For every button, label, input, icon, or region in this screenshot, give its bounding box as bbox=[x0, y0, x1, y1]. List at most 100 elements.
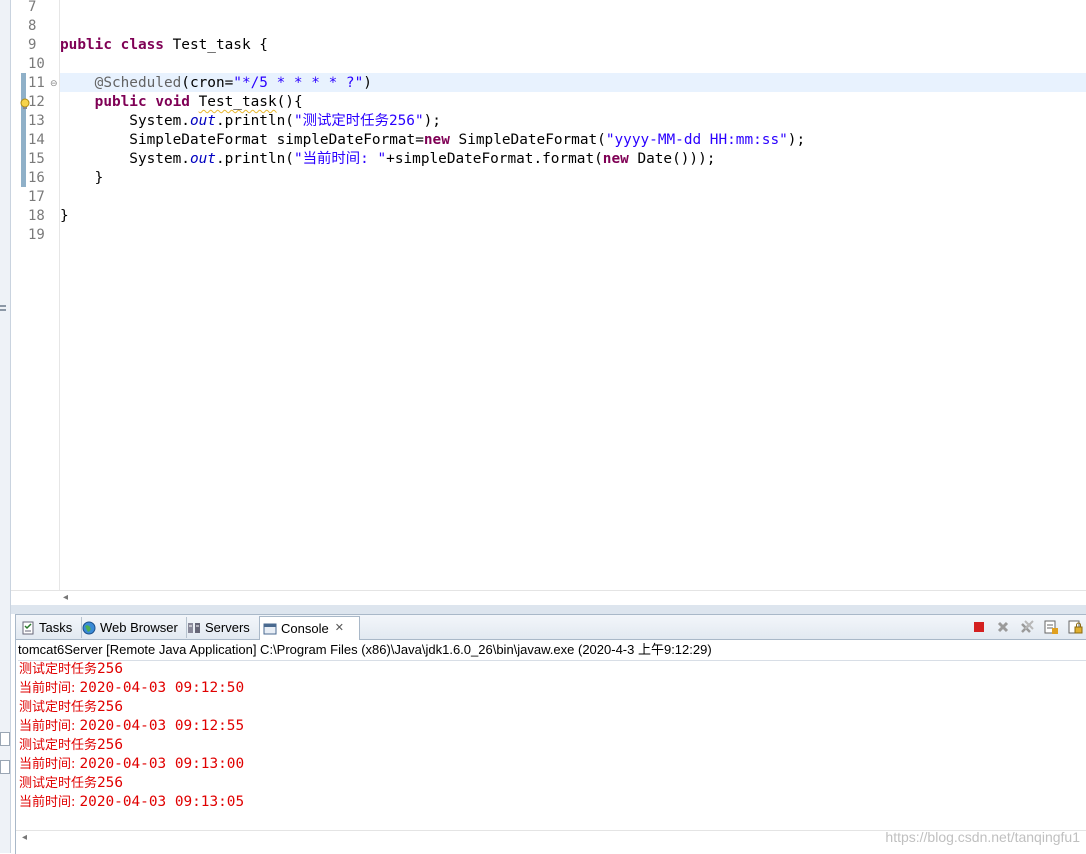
code-token: @Scheduled bbox=[94, 75, 182, 91]
code-token: out bbox=[189, 151, 216, 167]
output-value: 256 bbox=[97, 775, 124, 791]
output-value: 2020-04-03 09:12:55 bbox=[79, 718, 245, 734]
output-text: 测试定时任务 bbox=[19, 700, 98, 715]
remove-all-terminated-icon[interactable] bbox=[1019, 619, 1035, 635]
code-token: (cron= bbox=[181, 75, 234, 91]
console-view: Tasks Web Browser Servers Console ✕ tomc… bbox=[15, 614, 1086, 854]
output-value: 256 bbox=[97, 699, 124, 715]
code-editor[interactable]: 7 8 9 10 11 12 13 14 15 16 17 18 19 ⊖ public class T… bbox=[11, 0, 1086, 605]
sash-grip-icon bbox=[0, 309, 6, 311]
tab-console[interactable]: Console ✕ bbox=[259, 616, 360, 640]
code-text-area[interactable]: public class Test_task { @Scheduled(cron… bbox=[60, 0, 1086, 590]
editor-console-sash[interactable] bbox=[11, 605, 1086, 614]
line-number: 18 bbox=[28, 208, 45, 224]
output-value: 2020-04-03 09:13:00 bbox=[79, 756, 245, 772]
tab-label: Servers bbox=[205, 620, 250, 635]
console-output-line: 测试定时任务256 bbox=[19, 774, 123, 793]
warning-lightbulb-icon[interactable] bbox=[19, 98, 31, 110]
line-number: 17 bbox=[28, 189, 45, 205]
code-line: public class Test_task { bbox=[60, 36, 268, 55]
left-trim-strip bbox=[0, 0, 11, 853]
editor-gutter: 7 8 9 10 11 12 13 14 15 16 17 18 19 ⊖ bbox=[11, 0, 60, 590]
code-token: } bbox=[60, 208, 69, 224]
line-number: 19 bbox=[28, 227, 45, 243]
tab-servers[interactable]: Servers bbox=[184, 617, 262, 638]
code-token: } bbox=[60, 170, 104, 186]
console-output-line: 测试定时任务256 bbox=[19, 698, 123, 717]
clear-console-icon[interactable] bbox=[1043, 619, 1059, 635]
close-icon[interactable]: ✕ bbox=[335, 618, 344, 639]
line-number: 14 bbox=[28, 132, 45, 148]
scroll-left-arrow-icon[interactable]: ◂ bbox=[63, 591, 68, 605]
console-toolbar bbox=[971, 618, 1083, 636]
output-text: 当前时间: bbox=[19, 719, 80, 734]
launch-description: tomcat6Server [Remote Java Application] … bbox=[18, 640, 1086, 661]
line-number: 8 bbox=[28, 18, 37, 34]
console-output-line: 当前时间: 2020-04-03 09:13:05 bbox=[19, 793, 244, 812]
code-line: } bbox=[60, 207, 69, 226]
remove-launch-icon[interactable] bbox=[995, 619, 1011, 635]
code-token: class bbox=[120, 37, 164, 53]
code-token: .println( bbox=[215, 151, 294, 167]
tab-label: Tasks bbox=[39, 620, 73, 635]
code-token: (){ bbox=[276, 94, 303, 110]
code-line: } bbox=[60, 169, 104, 188]
quick-diff-marker bbox=[21, 73, 26, 187]
output-text: 测试定时任务 bbox=[19, 738, 98, 753]
code-token: public bbox=[60, 37, 112, 53]
output-text: 当前时间: bbox=[19, 681, 80, 696]
code-token: "当前时间: " bbox=[293, 151, 387, 167]
terminate-icon[interactable] bbox=[971, 619, 987, 635]
code-line: System.out.println("测试定时任务256"); bbox=[60, 112, 441, 131]
output-value: 2020-04-03 09:12:50 bbox=[79, 680, 245, 696]
code-token: new bbox=[602, 151, 629, 167]
code-token: .println( bbox=[215, 113, 294, 129]
scroll-left-arrow-icon[interactable]: ◂ bbox=[22, 831, 27, 844]
output-value: 256 bbox=[97, 661, 124, 677]
tab-tasks[interactable]: Tasks bbox=[18, 617, 82, 638]
console-output-line: 当前时间: 2020-04-03 09:13:00 bbox=[19, 755, 244, 774]
code-token: "*/5 * * * * ?" bbox=[233, 75, 364, 91]
code-token: ); bbox=[787, 132, 806, 148]
code-token: +simpleDateFormat.format( bbox=[386, 151, 603, 167]
globe-icon bbox=[82, 621, 96, 634]
code-token: "yyyy-MM-dd HH:mm:ss" bbox=[605, 132, 788, 148]
output-value: 2020-04-03 09:13:05 bbox=[79, 794, 245, 810]
code-line: System.out.println("当前时间: "+simpleDateFo… bbox=[60, 150, 715, 169]
code-token: public bbox=[94, 94, 147, 110]
code-token: new bbox=[423, 132, 450, 148]
fold-collapse-icon[interactable]: ⊖ bbox=[50, 79, 58, 89]
output-value: 256 bbox=[97, 737, 124, 753]
tasks-icon bbox=[22, 621, 34, 634]
output-text: 当前时间: bbox=[19, 757, 80, 772]
code-token: "测试定时任务256" bbox=[293, 113, 424, 129]
code-line: SimpleDateFormat simpleDateFormat=new Si… bbox=[60, 131, 805, 150]
tab-web-browser[interactable]: Web Browser bbox=[79, 617, 187, 638]
editor-horizontal-scrollbar[interactable]: ◂ bbox=[11, 590, 1086, 605]
line-number: 13 bbox=[28, 113, 45, 129]
tab-label: Console bbox=[281, 621, 329, 636]
view-tab-bar: Tasks Web Browser Servers Console ✕ bbox=[16, 615, 1086, 640]
tab-label: Web Browser bbox=[100, 620, 178, 635]
code-token: out bbox=[189, 113, 216, 129]
watermark: https://blog.csdn.net/tanqingfu1 bbox=[885, 829, 1080, 845]
console-output-line: 当前时间: 2020-04-03 09:12:50 bbox=[19, 679, 244, 698]
line-number: 7 bbox=[28, 0, 37, 15]
code-token: void bbox=[155, 94, 190, 110]
minimized-view-icon[interactable] bbox=[0, 760, 10, 774]
code-line: public void Test_task(){ bbox=[60, 93, 303, 112]
code-token: ); bbox=[423, 113, 441, 129]
code-token: System. bbox=[60, 151, 190, 167]
code-line: @Scheduled(cron="*/5 * * * * ?") bbox=[60, 74, 372, 93]
console-output-line: 测试定时任务256 bbox=[19, 660, 123, 679]
console-output-line: 当前时间: 2020-04-03 09:12:55 bbox=[19, 717, 244, 736]
scroll-lock-icon[interactable] bbox=[1067, 619, 1083, 635]
minimized-view-icon[interactable] bbox=[0, 732, 10, 746]
code-token: SimpleDateFormat( bbox=[449, 132, 606, 148]
line-number: 16 bbox=[28, 170, 45, 186]
